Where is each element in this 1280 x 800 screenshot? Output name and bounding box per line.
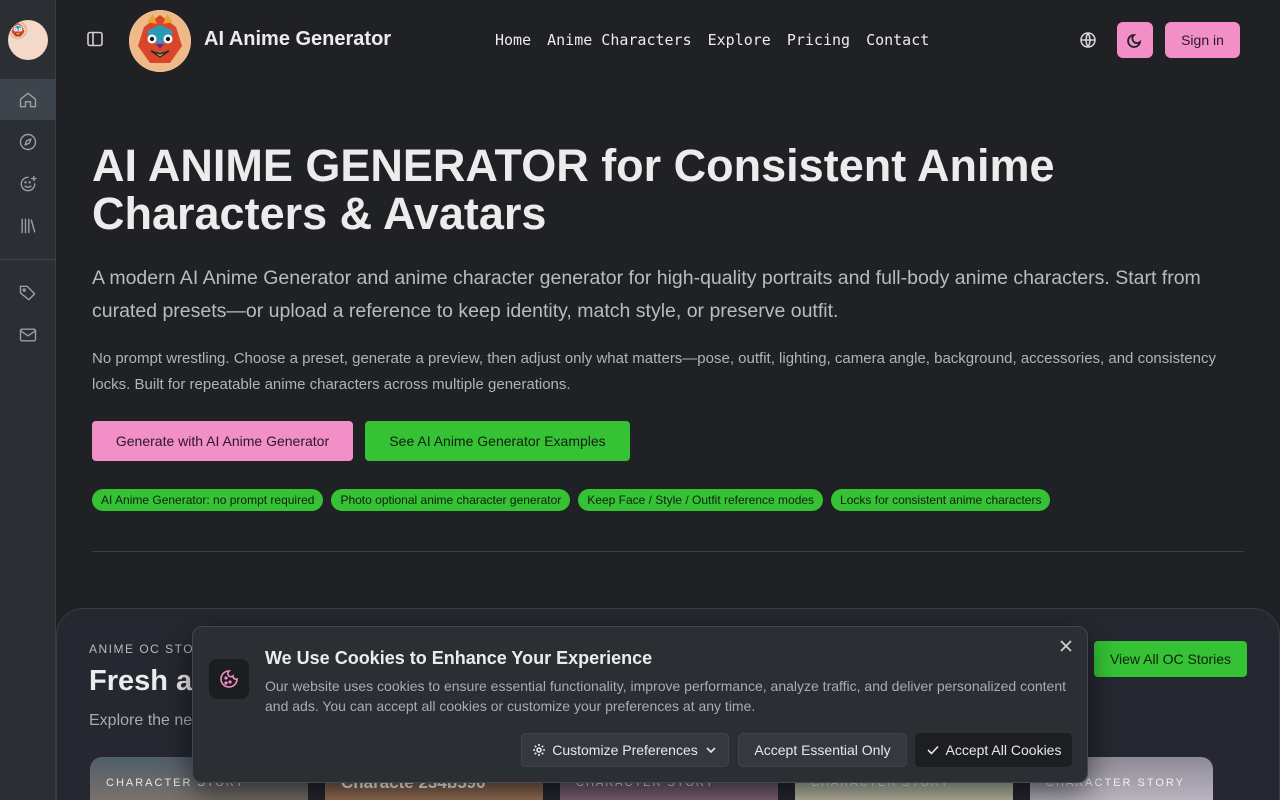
accept-all-label: Accept All Cookies (945, 742, 1062, 758)
brand-name[interactable]: AI Anime Generator (204, 28, 391, 51)
nav-pricing[interactable]: Pricing (787, 31, 850, 49)
check-icon (926, 745, 939, 755)
theme-toggle-button[interactable] (1117, 22, 1153, 58)
chevron-down-icon (706, 747, 716, 754)
cookie-title: We Use Cookies to Enhance Your Experienc… (265, 648, 653, 668)
nav-home[interactable]: Home (495, 31, 531, 49)
rail-contact[interactable] (0, 315, 56, 355)
close-icon (1060, 640, 1072, 652)
sign-in-button[interactable]: Sign in (1165, 22, 1240, 58)
home-icon (19, 92, 37, 108)
examples-button[interactable]: See AI Anime Generator Examples (365, 421, 630, 461)
hero-subtitle: A modern AI Anime Generator and anime ch… (92, 267, 1201, 322)
rail-pricing[interactable] (0, 273, 56, 313)
cookie-banner: We Use Cookies to Enhance Your Experienc… (192, 626, 1088, 783)
nav-contact[interactable]: Contact (866, 31, 929, 49)
nav-explore[interactable]: Explore (708, 31, 771, 49)
feature-tag: Photo optional anime character generator (331, 489, 571, 511)
brand-logo[interactable] (129, 10, 191, 72)
view-all-stories-button[interactable]: View All OC Stories (1094, 641, 1247, 677)
sidebar-rail (0, 0, 56, 800)
cookie-close-button[interactable] (1059, 639, 1075, 655)
customize-preferences-label: Customize Preferences (552, 742, 698, 758)
rail-home[interactable] (0, 80, 56, 120)
sidebar-toggle-button[interactable] (86, 30, 104, 48)
feature-tag: Locks for consistent anime characters (831, 489, 1051, 511)
accept-essential-button[interactable]: Accept Essential Only (738, 733, 907, 767)
brand-logo-small[interactable] (8, 20, 48, 60)
main-nav: Home Anime Characters Explore Pricing Co… (495, 31, 929, 49)
rail-divider (0, 259, 56, 260)
top-header: AI Anime Generator Home Anime Characters… (56, 0, 1280, 80)
accept-all-cookies-button[interactable]: Accept All Cookies (915, 733, 1072, 767)
section-divider (92, 551, 1244, 552)
feature-tag: Keep Face / Style / Outfit reference mod… (578, 489, 824, 511)
nav-anime-characters[interactable]: Anime Characters (547, 31, 692, 49)
hero-description: No prompt wrestling. Choose a preset, ge… (92, 350, 1216, 393)
hero-title: AI ANIME GENERATOR for Consistent Anime … (92, 140, 1055, 239)
cookie-body: Our website uses cookies to ensure essen… (265, 678, 1067, 714)
feature-tags: AI Anime Generator: no prompt required P… (92, 489, 1051, 511)
customize-preferences-button[interactable]: Customize Preferences (521, 733, 729, 767)
smile-plus-icon (20, 175, 37, 192)
tag-icon (19, 285, 36, 301)
gear-icon (533, 744, 546, 756)
panel-left-icon (87, 31, 103, 47)
language-button[interactable] (1079, 31, 1097, 49)
mail-icon (19, 328, 37, 342)
cookie-icon-box (209, 659, 249, 699)
generate-button[interactable]: Generate with AI Anime Generator (92, 421, 353, 461)
section-eyebrow: ANIME OC STO (89, 642, 195, 656)
rail-library[interactable] (0, 206, 56, 246)
moon-icon (1127, 34, 1142, 48)
globe-icon (1080, 32, 1096, 48)
feature-tag: AI Anime Generator: no prompt required (92, 489, 324, 511)
rail-explore[interactable] (0, 122, 56, 162)
section-title: Fresh a (89, 665, 193, 697)
cookie-icon (220, 670, 238, 688)
compass-icon (19, 133, 37, 151)
section-subtitle: Explore the ne (89, 712, 193, 729)
rail-characters[interactable] (0, 164, 56, 204)
library-icon (21, 218, 36, 234)
accept-essential-label: Accept Essential Only (754, 742, 891, 758)
